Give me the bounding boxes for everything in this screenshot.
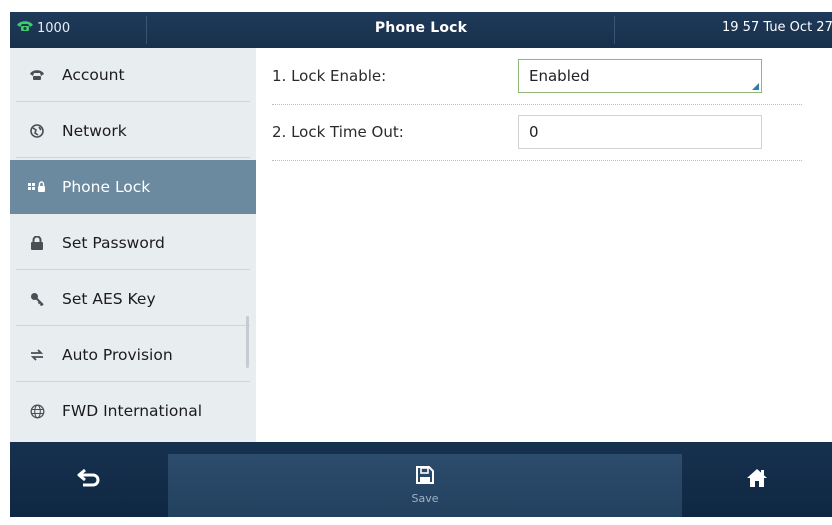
settings-panel: 1. Lock Enable: Enabled 2. Lock Time Out… [256,48,832,442]
lock-icon [26,235,48,250]
sidebar-item-network[interactable]: Network [16,104,250,158]
lock-enable-select[interactable]: Enabled [518,59,762,93]
phone-icon [26,69,48,81]
sync-icon [26,348,48,362]
sidebar-item-account[interactable]: Account [16,48,250,102]
sidebar-item-auto-provision[interactable]: Auto Provision [16,328,250,382]
sidebar-item-label: Auto Provision [62,345,173,364]
back-button[interactable] [10,442,168,517]
sidebar-scrollbar[interactable] [246,316,249,368]
setting-row-lock-time-out: 2. Lock Time Out: 0 [272,106,802,161]
save-icon [416,466,434,488]
key-icon [26,292,48,306]
keypad-lock-icon [26,181,48,193]
sidebar-item-set-aes-key[interactable]: Set AES Key [16,272,250,326]
input-value: 0 [529,123,539,141]
setting-row-lock-enable: 1. Lock Enable: Enabled [272,50,802,105]
sidebar-item-label: Account [62,65,125,84]
globe-icon [26,123,48,138]
page-title: Phone Lock [374,20,468,36]
world-icon [26,404,48,419]
setting-label: 1. Lock Enable: [272,67,387,85]
sidebar-item-fwd-international[interactable]: FWD International [16,384,250,438]
status-bar: 1000 Phone Lock 19 57 Tue Oct 27 [10,12,832,48]
save-button[interactable]: Save [168,454,682,517]
back-arrow-icon [77,468,101,492]
phone-screen: 1000 Phone Lock 19 57 Tue Oct 27 Account… [10,12,832,517]
softkey-bar: Save [10,442,832,517]
save-label: Save [411,492,439,505]
dropdown-corner-icon [752,83,759,90]
lock-time-out-input[interactable]: 0 [518,115,762,149]
sidebar-item-label: FWD International [62,402,203,420]
sidebar-item-label: Set Password [62,233,165,252]
setting-label: 2. Lock Time Out: [272,123,404,141]
sidebar-item-label: Network [62,121,127,140]
sidebar-item-label: Phone Lock [62,178,151,196]
clock: 19 57 Tue Oct 27 [722,20,832,35]
sidebar-item-phone-lock[interactable]: Phone Lock [10,160,256,214]
home-button[interactable] [682,442,832,517]
home-icon [746,468,768,492]
sidebar: Account Network Phone Lock Set Password … [10,48,256,442]
sidebar-item-set-password[interactable]: Set Password [16,216,250,270]
sidebar-item-label: Set AES Key [62,289,156,308]
select-value: Enabled [529,67,590,85]
